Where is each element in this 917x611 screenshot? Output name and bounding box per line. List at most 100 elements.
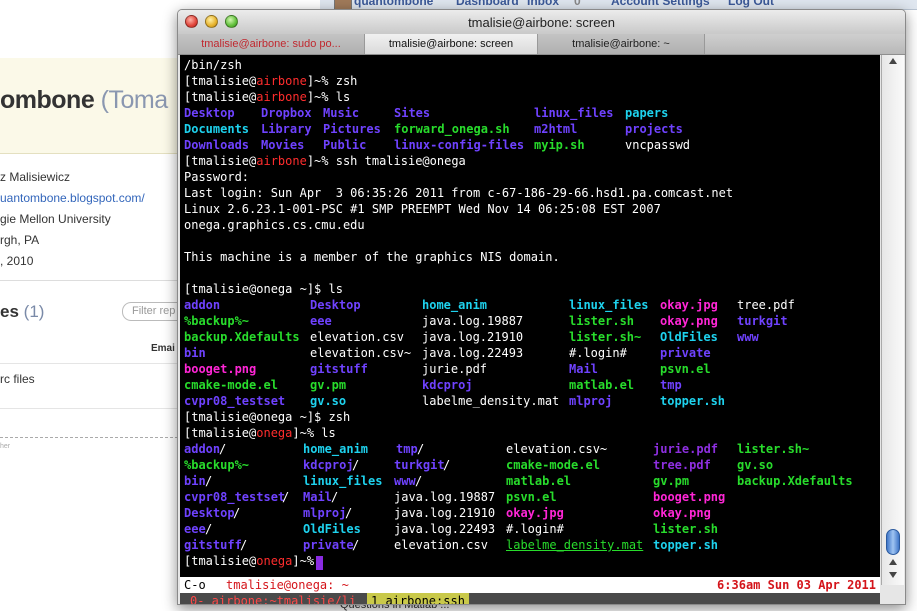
terminal-text: ]~% ls [306, 90, 351, 104]
terminal-text: eee [184, 522, 206, 536]
inbox-link[interactable]: Inbox [527, 0, 559, 8]
terminal-text: [tmalisie@ [184, 74, 257, 88]
terminal-line: bin / linux_files www / matlab.el gv.pm backup.… [184, 473, 876, 489]
terminal-line: [tmalisie@onega ~]$ ls [184, 281, 876, 297]
terminal-line: %backup%~ kdcproj / turkgit / cmake-mode.el tr… [184, 457, 876, 473]
terminal-text: vncpasswd [625, 138, 691, 152]
terminal-text: tree.pdf [653, 458, 711, 472]
terminal-text: / [205, 474, 213, 488]
divider [0, 280, 178, 281]
terminal-text: onega.graphics.cs.cmu.edu [184, 218, 365, 232]
terminal-text: topper.sh [660, 394, 726, 408]
logout-link[interactable]: Log Out [728, 0, 774, 8]
terminal-text: lister.sh~ [737, 442, 810, 456]
terminal-text: gitstuff [184, 538, 242, 552]
tab-screen[interactable]: tmalisie@airbone: screen [365, 34, 538, 54]
terminal-line: cmake-mode.el gv.pm kdcproj matlab.el tmp [184, 377, 876, 393]
terminal-text: jurie.pdf [653, 442, 719, 456]
profile-location: rgh, PA [0, 233, 40, 247]
terminal-text: eee [310, 314, 332, 328]
terminal-text: gv.so [737, 458, 774, 472]
status-clock: 6:36am Sun 03 Apr 2011 [717, 578, 876, 592]
terminal-window: tmalisie@airbone: screen tmalisie@airbon… [177, 9, 906, 605]
terminal-line: onega.graphics.cs.cmu.edu [184, 217, 876, 233]
terminal-text: projects [625, 122, 683, 136]
scrollbar-thumb[interactable] [886, 529, 900, 555]
terminal-text: kdcproj [422, 378, 473, 392]
profile-name: ombone (Toma [0, 86, 168, 114]
terminal-text: addon [184, 442, 221, 456]
terminal-text: jurie.pdf [422, 362, 488, 376]
terminal-line: [tmalisie@onega]~% [184, 553, 876, 570]
terminal-line: [tmalisie@onega ~]$ zsh [184, 409, 876, 425]
divider [0, 363, 178, 364]
terminal-text: OldFiles [303, 522, 361, 536]
terminal-text: elevation.csv [394, 538, 488, 552]
terminal-text: Documents [184, 122, 250, 136]
terminal-text: gv.pm [310, 378, 347, 392]
tab-sudo[interactable]: tmalisie@airbone: sudo po... [178, 34, 365, 54]
terminal-text: okay.png [660, 314, 718, 328]
terminal-text: tmp [396, 442, 418, 456]
terminal-text: [tmalisie@ [184, 90, 257, 104]
terminal-text: lister.sh [653, 522, 719, 536]
terminal-text: labelme_density.mat [422, 394, 560, 408]
terminal-text: booget.png [184, 362, 257, 376]
repo-list-item[interactable]: rc files [0, 372, 35, 386]
terminal-text: [tmalisie@onega ~]$ ls [184, 282, 343, 296]
terminal-text: java.log.19887 [422, 314, 524, 328]
window-titlebar[interactable]: tmalisie@airbone: screen [178, 10, 905, 35]
terminal-text: / [443, 458, 451, 472]
scroll-top-arrow-icon[interactable] [889, 58, 897, 64]
terminal-output[interactable]: /bin/zsh [tmalisie@airbone]~% zsh [tmalisi… [180, 55, 880, 585]
terminal-text: / [240, 538, 248, 552]
scroll-down-arrow-icon[interactable] [889, 572, 897, 578]
terminal-line: cvpr08_testset gv.so labelme_density.mat ml… [184, 393, 876, 409]
terminal-text: / [415, 474, 423, 488]
terminal-cursor [316, 556, 323, 570]
terminal-text: / [345, 506, 353, 520]
terminal-text: %backup%~ [184, 458, 250, 472]
terminal-line: Desktop / mlproj / java.log.21910 okay.jpg oka… [184, 505, 876, 521]
terminal-text: / [205, 522, 213, 536]
terminal-text: Library [261, 122, 312, 136]
status-hostname: tmalisie@onega: ~ [226, 578, 349, 592]
terminal-line: Password: [184, 169, 876, 185]
screen-window-1[interactable]: 1 airbone:ssh [367, 593, 469, 604]
tab-home[interactable]: tmalisie@airbone: ~ [538, 34, 705, 54]
scroll-up-arrow-icon[interactable] [889, 559, 897, 565]
terminal-text: okay.jpg [660, 298, 718, 312]
terminal-text: [tmalisie@ [184, 554, 257, 568]
terminal-text: ]~% ls [292, 426, 336, 440]
screen-window-0[interactable]: 0- airbone:~tmalisie/li [190, 593, 356, 604]
terminal-text: Movies [261, 138, 305, 152]
terminal-text: m2html [534, 122, 578, 136]
vertical-scrollbar[interactable] [881, 55, 904, 585]
terminal-text: kdcproj [303, 458, 354, 472]
terminal-line: [tmalisie@airbone]~% zsh [184, 73, 876, 89]
terminal-line: [tmalisie@airbone]~% ls [184, 89, 876, 105]
terminal-text: java.log.19887 [394, 490, 496, 504]
terminal-text: airbone [256, 154, 307, 168]
terminal-text: / [331, 490, 339, 504]
username-link[interactable]: quantombone [354, 0, 433, 8]
terminal-text: matlab.el [569, 378, 635, 392]
profile-fullname: z Malisiewicz [0, 170, 71, 184]
terminal-text: elevation.csv~ [310, 346, 412, 360]
terminal-text: java.log.22493 [422, 346, 524, 360]
divider [0, 408, 178, 409]
dashboard-link[interactable]: Dashboard [456, 0, 519, 8]
terminal-text: cmake-mode.el [506, 458, 600, 472]
terminal-text: okay.png [653, 506, 711, 520]
terminal-line: bin elevation.csv~ java.log.22493 #.login# p… [184, 345, 876, 361]
terminal-text: /bin/zsh [184, 58, 242, 72]
account-settings-link[interactable]: Account Settings [611, 0, 710, 8]
profile-blog-link[interactable]: uantombone.blogspot.com/ [0, 191, 145, 205]
terminal-text: labelme_density.mat [506, 538, 644, 552]
terminal-text: home_anim [422, 298, 488, 312]
terminal-text: cvpr08_testset [184, 394, 286, 408]
terminal-text: home_anim [303, 442, 369, 456]
terminal-text: mlproj [303, 506, 347, 520]
terminal-text: java.log.21910 [394, 506, 496, 520]
profile-company: gie Mellon University [0, 212, 111, 226]
